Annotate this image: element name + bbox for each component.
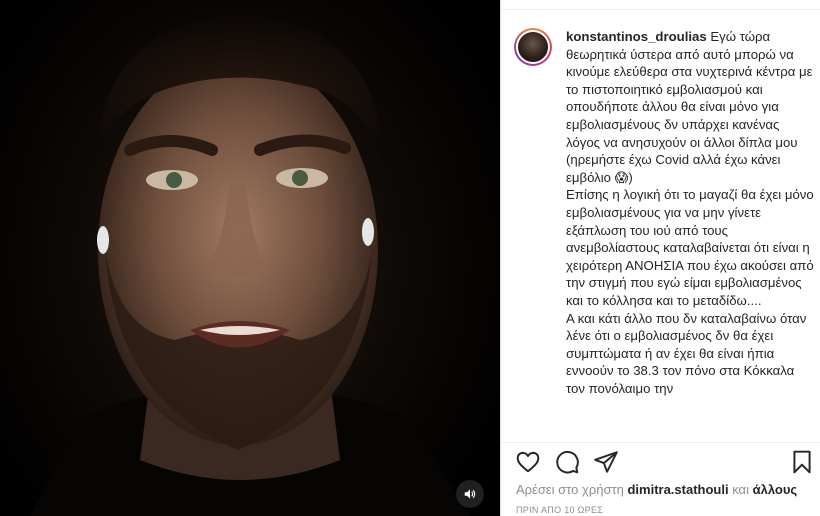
avatar-image xyxy=(516,30,550,64)
caption-fade xyxy=(501,424,820,442)
post-panel: konstantinos_droulias Εγώ τώρα θεωρητικά… xyxy=(500,0,820,516)
post-header-strip xyxy=(501,0,820,10)
share-button[interactable] xyxy=(593,449,619,475)
likes-summary: Αρέσει στο χρήστη dimitra.stathouli και … xyxy=(516,482,797,497)
likes-prefix: Αρέσει στο χρήστη xyxy=(516,482,624,497)
like-button[interactable] xyxy=(515,449,541,475)
post-timestamp[interactable]: ΠΡΙΝ ΑΠΟ 10 ΩΡΕΣ xyxy=(516,505,603,515)
avatar[interactable] xyxy=(514,28,552,66)
bookmark-icon xyxy=(793,450,811,474)
caption-text: Εγώ τώρα θεωρητικά ύστερα από αυτό μπορώ… xyxy=(566,29,814,396)
video-player[interactable] xyxy=(0,0,500,516)
comment-icon xyxy=(556,451,579,474)
paper-plane-icon xyxy=(594,451,618,473)
speaker-icon xyxy=(464,489,476,499)
username-link[interactable]: konstantinos_droulias xyxy=(566,29,707,44)
comment-button[interactable] xyxy=(554,449,580,475)
video-frame xyxy=(30,15,470,516)
likes-others-link[interactable]: άλλους xyxy=(753,482,798,497)
liked-by-link[interactable]: dimitra.stathouli xyxy=(627,482,728,497)
save-button[interactable] xyxy=(789,449,815,475)
heart-icon xyxy=(516,451,540,473)
mute-button[interactable] xyxy=(456,480,484,508)
action-bar xyxy=(501,442,820,478)
caption-area[interactable]: konstantinos_droulias Εγώ τώρα θεωρητικά… xyxy=(501,18,820,442)
likes-joiner: και xyxy=(732,482,749,497)
post-caption: konstantinos_droulias Εγώ τώρα θεωρητικά… xyxy=(566,28,816,397)
